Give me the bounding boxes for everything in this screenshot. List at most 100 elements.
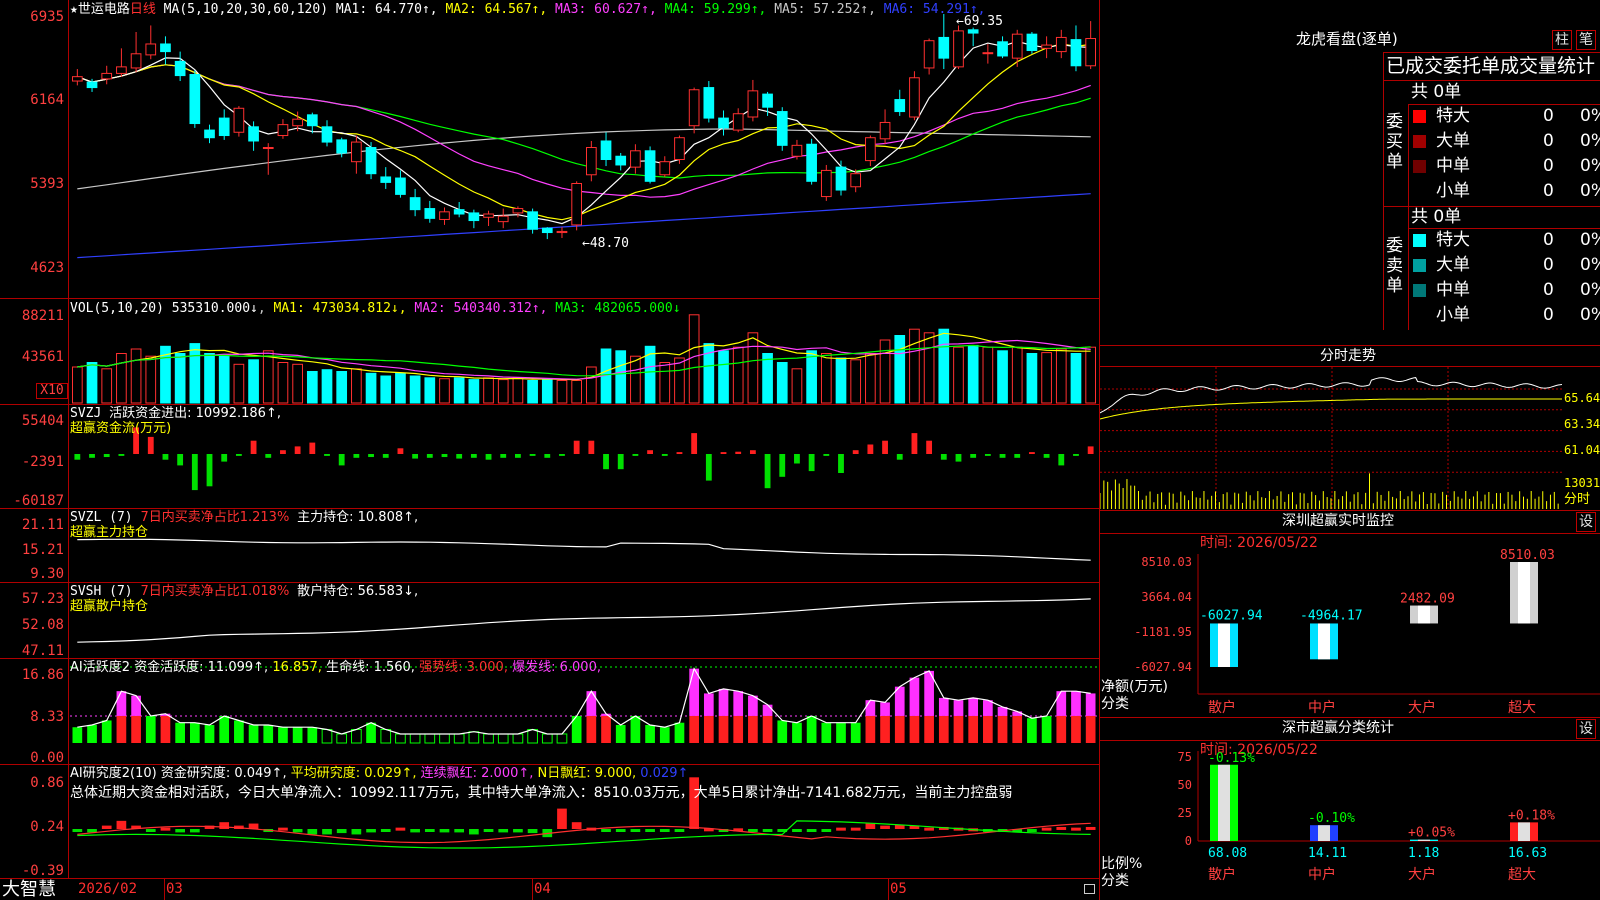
classify-xlabel: 分类 (1101, 873, 1129, 889)
ai2-summary: 总体近期大资金相对活跃，今日大单净流入：10992.117万元，其中特大单净流入… (70, 785, 1013, 801)
sell-side-label: 委卖单 (1386, 236, 1403, 296)
flow-bar (823, 454, 830, 456)
activity-bar (674, 722, 685, 743)
monitor-bar-highlight (1218, 623, 1230, 667)
volume-bar (483, 377, 494, 404)
candle (130, 53, 142, 69)
activity-top-bar (131, 695, 141, 716)
candle (233, 107, 245, 133)
svzl-subtitle: 超赢主力持仓 (70, 525, 149, 540)
volume-bar (820, 353, 832, 404)
activity-bar (380, 728, 392, 744)
candle (351, 141, 362, 163)
flow-bar (867, 444, 874, 454)
classify-title: 深市超赢分类统计 (1282, 720, 1394, 736)
activity-base-bar (968, 715, 979, 743)
vol-label: VOL(5,10,20) (70, 301, 164, 316)
monitor-ylabel: 净额(万元) (1101, 679, 1168, 695)
candle (497, 215, 509, 223)
volume-bar (174, 353, 186, 404)
svsh-tick: 52.08 (21, 617, 64, 633)
retail-holding-line (77, 598, 1091, 643)
activity-top-bar (762, 704, 773, 716)
volume-bar (850, 359, 862, 404)
flow-bar (617, 454, 624, 470)
flow-bar (764, 454, 771, 489)
research-bar (160, 827, 171, 831)
activity-bar (439, 733, 450, 744)
volume-bar (145, 355, 157, 404)
flow-bar (382, 454, 389, 458)
volume-bar (277, 362, 289, 404)
monitor-bar-chart[interactable]: 8510.03 3664.04 -1181.95 -6027.94 -6027.94 散户… (1100, 534, 1600, 717)
activity-top-bar (733, 691, 744, 716)
monitor-settings-button[interactable]: 设 (1576, 512, 1596, 532)
research-bar (454, 829, 465, 833)
volume-bar (938, 328, 950, 404)
flow-bar (515, 454, 521, 458)
volume-bar (585, 366, 597, 404)
activity-bar (556, 733, 568, 744)
activity-bar (1027, 718, 1037, 743)
candlestick-chart[interactable] (70, 0, 1098, 298)
ma-value-4: MA4: 59.299↑, (664, 2, 775, 17)
volume-bar (1041, 352, 1052, 404)
monitor-tick: -6027.94 (1134, 660, 1192, 674)
monitor-category-label: 散户 (1208, 699, 1236, 716)
flow-bar (838, 454, 844, 473)
candle (365, 147, 377, 175)
candle (615, 155, 627, 166)
volume-bar (1055, 348, 1067, 404)
sell-category: 小单 (1436, 305, 1470, 325)
classify-bar-highlight (1218, 764, 1230, 841)
tick-mode-button[interactable]: 笔 (1576, 30, 1596, 50)
classify-bar-chart[interactable]: 75 50 25 0 -0.13% 68.08 散户 -0.10% 14.11 中户 +0.05% 1… (1100, 741, 1600, 900)
candle (820, 169, 832, 198)
svzj-value: 活跃资金进出: 10992.186↑, (109, 406, 281, 421)
dragon-tab-label[interactable]: 已成交委托单成交量统计 (1386, 55, 1595, 77)
price-tick: 4623 (30, 260, 64, 276)
flow-bar (485, 454, 492, 460)
activity-bar (204, 724, 215, 743)
activity-bar (836, 722, 846, 743)
volume-bar (747, 332, 759, 404)
volume-bar (806, 350, 817, 404)
ai-research-chart[interactable] (70, 765, 1098, 878)
flow-bar (896, 454, 903, 460)
ma5-line (77, 128, 1091, 190)
research-bar (336, 829, 347, 834)
activity-bar (336, 733, 348, 744)
classify-settings-button[interactable]: 设 (1576, 719, 1596, 739)
candle (395, 177, 406, 195)
research-bar (1071, 827, 1081, 831)
research-bar (292, 829, 303, 833)
sell-count: 0 (1543, 230, 1554, 250)
lock-icon[interactable] (1084, 884, 1095, 894)
flow-bar (588, 440, 595, 454)
period-label[interactable]: 日线 (130, 2, 156, 17)
main-holding-line (77, 538, 1091, 561)
ai1-tick: 0.00 (30, 750, 64, 766)
research-bar (189, 829, 200, 833)
candle (1070, 39, 1082, 67)
activity-base-bar (160, 715, 171, 743)
monitor-xlabel: 分类 (1101, 696, 1129, 712)
activity-top-bar (1056, 691, 1067, 716)
activity-bar (87, 724, 97, 743)
volume-bar (556, 380, 568, 404)
candle (86, 81, 98, 89)
intraday-chart[interactable] (1100, 367, 1562, 509)
sell-pct: 0% (1580, 280, 1600, 300)
candle (145, 43, 157, 56)
activity-base-bar (131, 715, 141, 743)
vol-tick: 88211 (21, 308, 64, 324)
ma-value-2: MA2: 64.567↑, (445, 2, 556, 17)
volume-bar (409, 375, 421, 404)
activity-top-bar (748, 695, 758, 716)
buy-swatch (1413, 135, 1426, 148)
ai2-tick: 0.24 (30, 819, 64, 835)
research-bar (806, 829, 817, 832)
bar-mode-button[interactable]: 柱 (1552, 30, 1572, 50)
dragon-divider (1383, 80, 1600, 81)
volume-bar (336, 371, 348, 404)
